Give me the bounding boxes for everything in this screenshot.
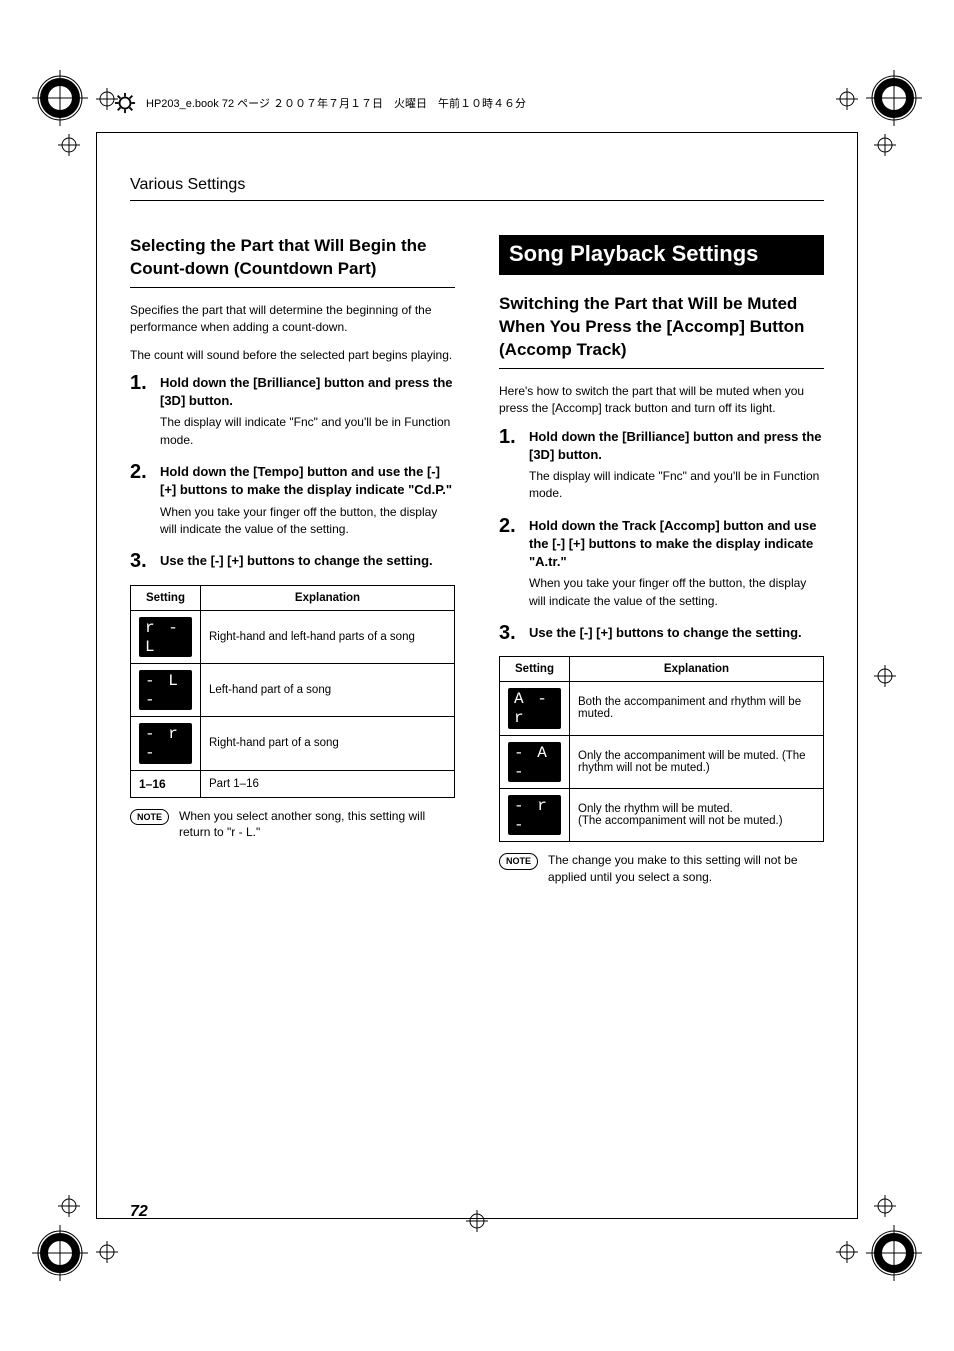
step-item: Hold down the [Tempo] button and use the…: [130, 463, 455, 538]
section-heading-countdown-part: Selecting the Part that Will Begin the C…: [130, 235, 455, 288]
setting-cell: - r -: [500, 789, 570, 842]
step-title: Use the [-] [+] buttons to change the se…: [529, 624, 824, 642]
table-row: - r -Right-hand part of a song: [131, 717, 455, 770]
cross-mark-icon: [96, 1241, 118, 1263]
setting-value: 1–16: [139, 777, 166, 791]
step-title: Hold down the Track [Accomp] button and …: [529, 517, 824, 572]
note-badge: NOTE: [130, 809, 169, 826]
registration-mark-icon: [32, 70, 88, 126]
registration-mark-icon: [866, 1225, 922, 1281]
explanation-cell: Both the accompaniment and rhythm will b…: [570, 682, 824, 735]
step-body: When you take your finger off the button…: [529, 575, 824, 610]
table-row: - r -Only the rhythm will be muted. (The…: [500, 789, 824, 842]
settings-table-right: Setting Explanation A - rBoth the accomp…: [499, 656, 824, 842]
step-title: Hold down the [Brilliance] button and pr…: [160, 374, 455, 410]
table-row: A - rBoth the accompaniment and rhythm w…: [500, 682, 824, 735]
table-header-setting: Setting: [131, 585, 201, 610]
step-item: Hold down the Track [Accomp] button and …: [499, 517, 824, 610]
step-title: Hold down the [Brilliance] button and pr…: [529, 428, 824, 464]
cross-mark-icon: [58, 1195, 80, 1217]
steps-list: Hold down the [Brilliance] button and pr…: [499, 428, 824, 643]
cross-mark-icon: [874, 665, 896, 687]
table-header-setting: Setting: [500, 657, 570, 682]
table-row: Setting Explanation: [500, 657, 824, 682]
step-item: Hold down the [Brilliance] button and pr…: [499, 428, 824, 503]
segment-display-icon: - A -: [508, 742, 561, 782]
section-heading-accomp-track: Switching the Part that Will be Muted Wh…: [499, 293, 824, 369]
running-title: Various Settings: [130, 176, 824, 201]
table-row: r - LRight-hand and left-hand parts of a…: [131, 610, 455, 663]
step-body: The display will indicate "Fnc" and you'…: [529, 468, 824, 503]
table-row: - A -Only the accompaniment will be mute…: [500, 735, 824, 788]
table-header-explanation: Explanation: [570, 657, 824, 682]
explanation-cell: Right-hand part of a song: [201, 717, 455, 770]
right-column: Song Playback Settings Switching the Par…: [499, 235, 824, 886]
table-row: - L -Left-hand part of a song: [131, 663, 455, 716]
note: NOTE When you select another song, this …: [130, 808, 455, 842]
gear-icon: [114, 92, 136, 114]
table-row: 1–16 Part 1–16: [131, 770, 455, 797]
registration-mark-icon: [866, 70, 922, 126]
step-body: When you take your finger off the button…: [160, 504, 455, 539]
left-column: Selecting the Part that Will Begin the C…: [130, 235, 455, 886]
intro-text: The count will sound before the selected…: [130, 347, 455, 364]
step-body: The display will indicate "Fnc" and you'…: [160, 414, 455, 449]
note-text: The change you make to this setting will…: [548, 852, 824, 886]
page-number: 72: [130, 1203, 148, 1221]
explanation-cell: Left-hand part of a song: [201, 663, 455, 716]
setting-cell: - L -: [131, 663, 201, 716]
explanation-cell: Only the accompaniment will be muted. (T…: [570, 735, 824, 788]
step-item: Use the [-] [+] buttons to change the se…: [499, 624, 824, 642]
step-title: Hold down the [Tempo] button and use the…: [160, 463, 455, 499]
step-title: Use the [-] [+] buttons to change the se…: [160, 552, 455, 570]
settings-table-left: Setting Explanation r - LRight-hand and …: [130, 585, 455, 798]
note-text: When you select another song, this setti…: [179, 808, 455, 842]
registration-mark-icon: [32, 1225, 88, 1281]
step-item: Hold down the [Brilliance] button and pr…: [130, 374, 455, 449]
cross-mark-icon: [836, 1241, 858, 1263]
setting-cell: - r -: [131, 717, 201, 770]
segment-display-icon: r - L: [139, 617, 192, 657]
step-item: Use the [-] [+] buttons to change the se…: [130, 552, 455, 570]
print-header-text: HP203_e.book 72 ページ ２００７年７月１７日 火曜日 午前１０時…: [146, 95, 526, 111]
intro-text: Specifies the part that will determine t…: [130, 302, 455, 337]
setting-cell: r - L: [131, 610, 201, 663]
segment-display-icon: - L -: [139, 670, 192, 710]
explanation-cell: Part 1–16: [201, 770, 455, 797]
cross-mark-icon: [58, 134, 80, 156]
cross-mark-icon: [874, 134, 896, 156]
note: NOTE The change you make to this setting…: [499, 852, 824, 886]
section-heading-song-playback: Song Playback Settings: [499, 235, 824, 275]
note-badge: NOTE: [499, 853, 538, 870]
segment-display-icon: A - r: [508, 688, 561, 728]
table-row: Setting Explanation: [131, 585, 455, 610]
setting-cell: - A -: [500, 735, 570, 788]
print-header: HP203_e.book 72 ページ ２００７年７月１７日 火曜日 午前１０時…: [114, 92, 840, 114]
explanation-cell: Right-hand and left-hand parts of a song: [201, 610, 455, 663]
setting-cell: 1–16: [131, 770, 201, 797]
intro-text: Here's how to switch the part that will …: [499, 383, 824, 418]
setting-cell: A - r: [500, 682, 570, 735]
explanation-cell: Only the rhythm will be muted. (The acco…: [570, 789, 824, 842]
steps-list: Hold down the [Brilliance] button and pr…: [130, 374, 455, 571]
segment-display-icon: - r -: [508, 795, 561, 835]
segment-display-icon: - r -: [139, 723, 192, 763]
table-header-explanation: Explanation: [201, 585, 455, 610]
cross-mark-icon: [874, 1195, 896, 1217]
